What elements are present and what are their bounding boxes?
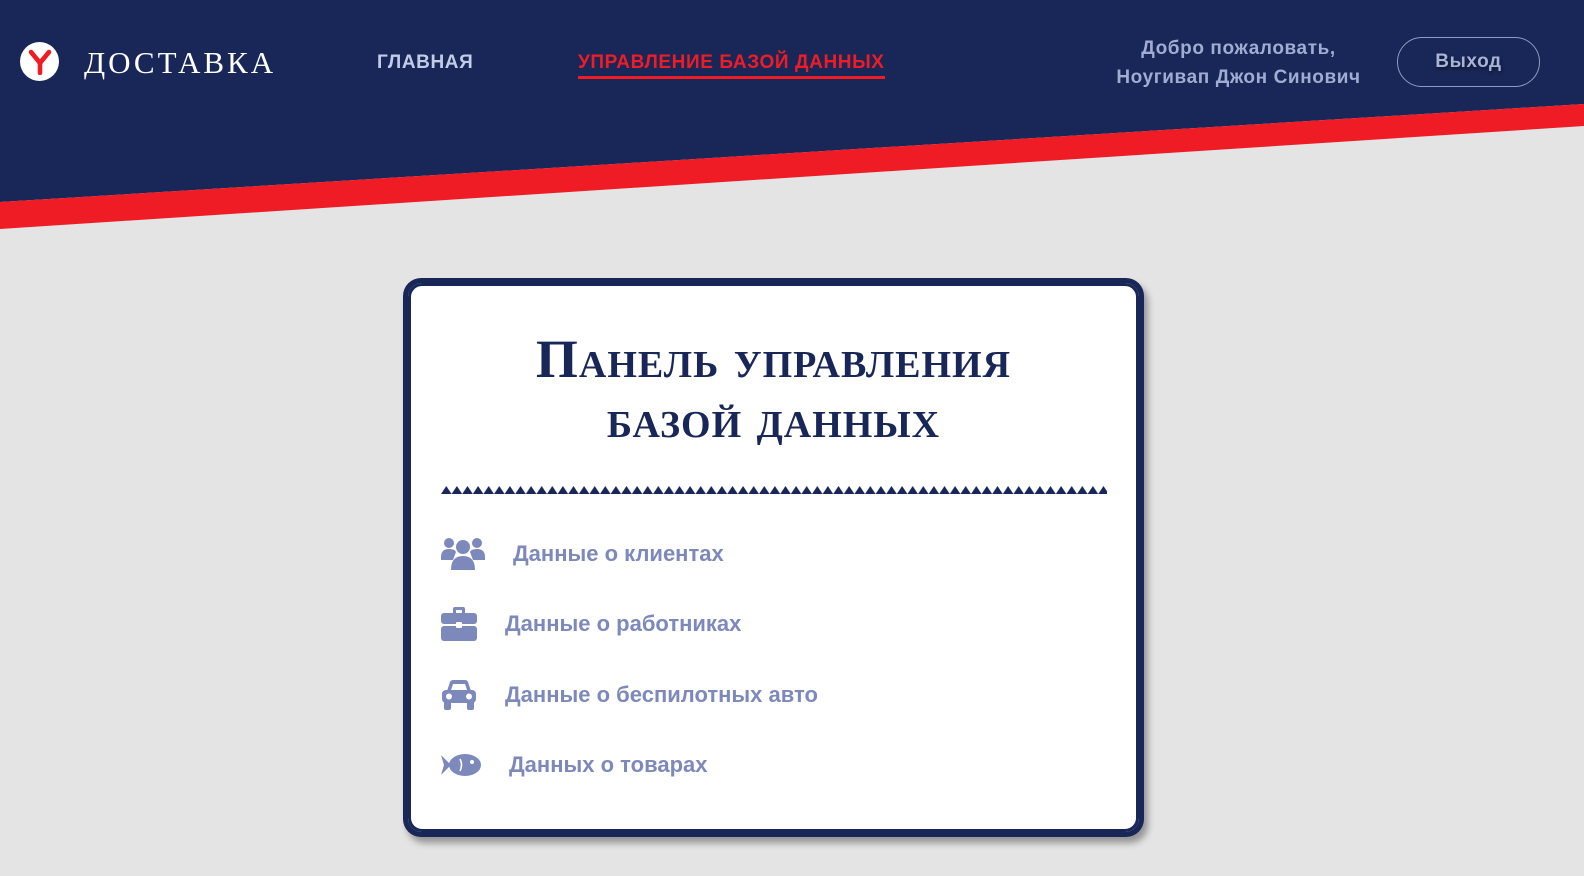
car-icon <box>442 680 476 710</box>
menu-item-label: Данные о работниках <box>505 611 742 636</box>
logo[interactable] <box>20 42 59 81</box>
panel-body: Панель управления базой данных Данные о … <box>408 283 1139 832</box>
menu-item-clients[interactable]: Данные о клиентах <box>441 534 724 574</box>
briefcase-icon <box>441 607 477 641</box>
menu-item-autonomous-cars[interactable]: Данные о беспилотных авто <box>441 675 818 715</box>
menu-item-products[interactable]: Данных о товарах <box>441 745 707 785</box>
zigzag-divider <box>441 482 1107 494</box>
database-panel: Панель управления базой данных Данные о … <box>403 278 1144 837</box>
welcome-message: Добро пожаловать, Ноугивап Джон Синович <box>1096 34 1381 92</box>
panel-title-line1: Панель управления <box>535 329 1012 389</box>
yandex-y-icon <box>28 49 51 75</box>
menu-item-label: Данные о беспилотных авто <box>505 682 818 707</box>
user-name: Ноугивап Джон Синович <box>1116 67 1361 88</box>
nav-home[interactable]: ГЛАВНАЯ <box>377 51 473 75</box>
panel-title-line2: базой данных <box>606 389 941 449</box>
site-header: ДОСТАВКА ГЛАВНАЯ УПРАВЛЕНИЕ БАЗОЙ ДАННЫХ… <box>0 0 1584 125</box>
logout-button[interactable]: Выход <box>1397 37 1540 87</box>
fish-icon <box>441 754 481 776</box>
brand-name[interactable]: ДОСТАВКА <box>84 43 276 83</box>
welcome-greeting: Добро пожаловать, <box>1141 38 1336 59</box>
menu-item-employees[interactable]: Данные о работниках <box>441 604 741 644</box>
menu-item-label: Данных о товарах <box>509 752 708 777</box>
users-icon <box>441 538 485 570</box>
nav-database-management[interactable]: УПРАВЛЕНИЕ БАЗОЙ ДАННЫХ <box>578 51 885 79</box>
menu-item-label: Данные о клиентах <box>513 541 724 566</box>
panel-title: Панель управления базой данных <box>411 329 1136 449</box>
